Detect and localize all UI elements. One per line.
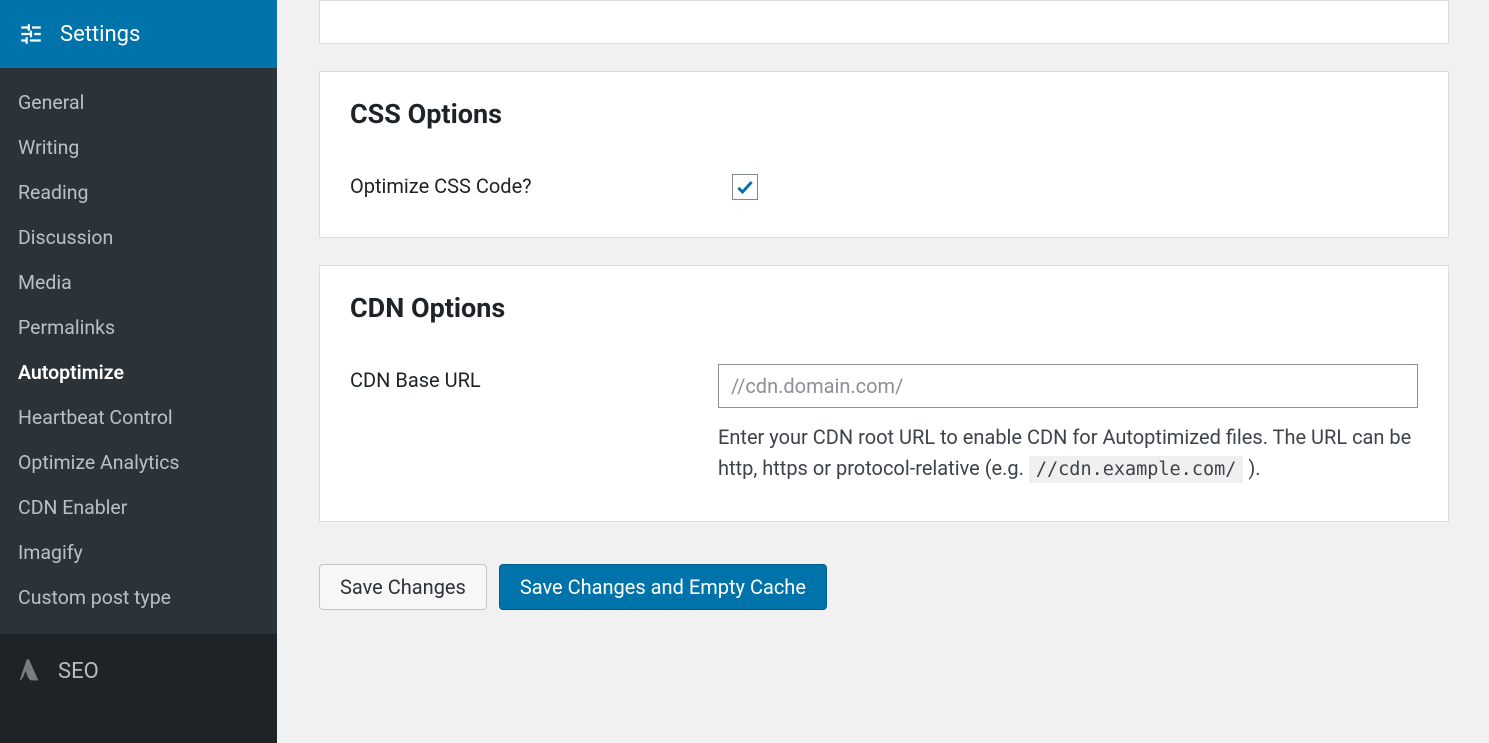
sidebar-settings-header[interactable]: Settings [0,0,277,68]
sidebar-item-discussion[interactable]: Discussion [0,215,277,260]
sidebar-item-permalinks[interactable]: Permalinks [0,305,277,350]
cdn-options-panel: CDN Options CDN Base URL Enter your CDN … [319,265,1449,522]
cdn-base-url-label: CDN Base URL [350,364,718,392]
cdn-base-url-description: Enter your CDN root URL to enable CDN fo… [718,422,1418,485]
checkmark-icon [735,177,755,197]
save-and-empty-cache-button[interactable]: Save Changes and Empty Cache [499,564,827,610]
sidebar-item-cdn-enabler[interactable]: CDN Enabler [0,485,277,530]
sidebar-item-heartbeat-control[interactable]: Heartbeat Control [0,395,277,440]
sidebar-item-seo[interactable]: SEO [0,634,277,708]
optimize-css-label: Optimize CSS Code? [350,170,732,198]
cdn-example-code: //cdn.example.com/ [1029,456,1243,483]
cdn-options-heading: CDN Options [350,292,1418,324]
settings-submenu: General Writing Reading Discussion Media… [0,68,277,634]
sidebar-settings-label: Settings [60,22,140,47]
sidebar-seo-label: SEO [58,659,99,684]
sidebar-item-general[interactable]: General [0,80,277,125]
sidebar-item-imagify[interactable]: Imagify [0,530,277,575]
admin-sidebar: Settings General Writing Reading Discuss… [0,0,277,743]
sidebar-item-media[interactable]: Media [0,260,277,305]
sidebar-item-autoptimize[interactable]: Autoptimize [0,350,277,395]
css-options-heading: CSS Options [350,98,1418,130]
sidebar-item-optimize-analytics[interactable]: Optimize Analytics [0,440,277,485]
settings-sliders-icon [18,21,44,47]
optimize-css-row: Optimize CSS Code? [350,170,1418,201]
main-content: CSS Options Optimize CSS Code? CDN Optio… [277,0,1489,743]
sidebar-item-custom-post-type[interactable]: Custom post type [0,575,277,620]
save-changes-button[interactable]: Save Changes [319,564,487,610]
sidebar-item-reading[interactable]: Reading [0,170,277,215]
cdn-base-url-input[interactable] [718,364,1418,408]
cdn-base-url-row: CDN Base URL Enter your CDN root URL to … [350,364,1418,485]
sidebar-item-writing[interactable]: Writing [0,125,277,170]
previous-panel-bottom [319,0,1449,44]
optimize-css-checkbox[interactable] [732,174,758,200]
submit-button-row: Save Changes Save Changes and Empty Cach… [319,564,1449,610]
css-options-panel: CSS Options Optimize CSS Code? [319,71,1449,238]
yoast-seo-icon [14,656,44,686]
